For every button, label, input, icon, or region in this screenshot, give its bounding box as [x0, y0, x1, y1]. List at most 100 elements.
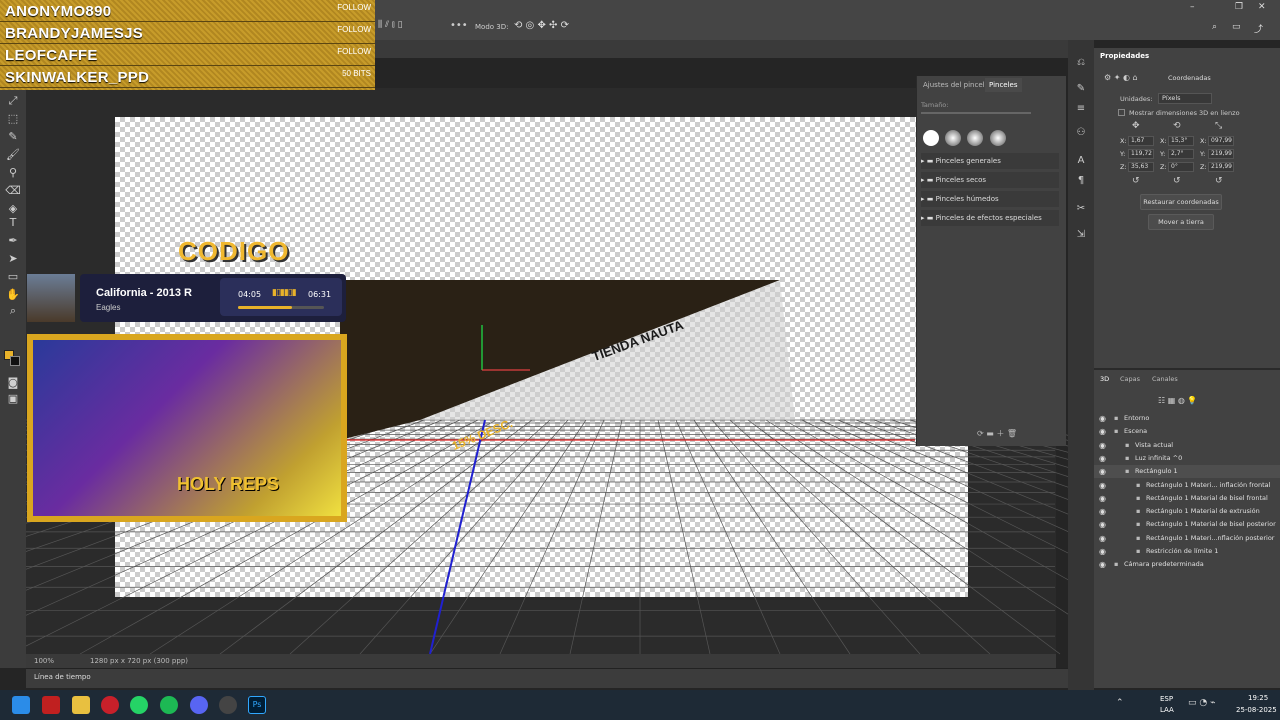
scene-item[interactable]: ◉ ▪ Rectángulo 1 — [1094, 465, 1280, 479]
windows-start-icon[interactable] — [12, 696, 30, 714]
brush-folder[interactable]: ▸ ▬ Pinceles de efectos especiales — [921, 210, 1059, 226]
coord-field[interactable]: 15,3° — [1168, 136, 1194, 146]
visibility-eye-icon[interactable]: ◉ — [1099, 505, 1106, 518]
scene-item[interactable]: ◉ ▪ Rectángulo 1 Material de bisel posteri… — [1094, 518, 1280, 531]
eraser-tool-icon[interactable]: ⌫ — [5, 184, 21, 198]
scene-item[interactable]: ◉ ▪ Rectángulo 1 Material de bisel frontal — [1094, 492, 1280, 505]
brush-folder[interactable]: ▸ ▬ Pinceles secos — [921, 172, 1059, 188]
marquee-tool-icon[interactable]: ⬚ — [5, 112, 21, 126]
visibility-eye-icon[interactable]: ◉ — [1099, 558, 1106, 571]
scene-item[interactable]: ◉ ▪ Rectángulo 1 Materi... inflación front… — [1094, 479, 1280, 492]
reset-position-icon[interactable]: ↺ — [1132, 176, 1140, 186]
visibility-eye-icon[interactable]: ◉ — [1099, 412, 1106, 425]
libraries-icon[interactable]: ⚇ — [1074, 126, 1088, 140]
coord-field[interactable]: 097,99 — [1208, 136, 1234, 146]
scene-item[interactable]: ◉ ▪ Entorno — [1094, 412, 1280, 425]
size-slider[interactable] — [921, 112, 1031, 114]
scene-item[interactable]: ◉ ▪ Rectángulo 1 Materi...nflación posteri… — [1094, 532, 1280, 545]
visibility-eye-icon[interactable]: ◉ — [1099, 532, 1106, 545]
scene-item[interactable]: ◉ ▪ Vista actual — [1094, 439, 1280, 452]
brush-settings-icon[interactable]: ✎ — [1074, 82, 1088, 96]
quick-mask-icon[interactable]: ◙ — [5, 376, 21, 390]
stamp-tool-icon[interactable]: ⚲ — [5, 166, 21, 180]
3d-filter-icons[interactable]: ☷ ▦ ◍ 💡 — [1158, 396, 1197, 405]
show-3d-checkbox[interactable] — [1118, 109, 1125, 116]
close-icon[interactable]: ✕ — [1258, 2, 1266, 12]
export-icon[interactable]: ⇲ — [1074, 228, 1088, 242]
file-explorer-icon[interactable] — [72, 696, 90, 714]
brush-presets[interactable] — [923, 130, 1057, 148]
search-icon[interactable]: ⌕ — [1212, 22, 1217, 32]
minimize-icon[interactable]: – — [1190, 2, 1195, 12]
restore-coordinates-button[interactable]: Restaurar coordenadas — [1140, 194, 1222, 210]
tab-3d[interactable]: 3D — [1100, 375, 1109, 383]
tab-brushes[interactable]: Pinceles — [985, 78, 1022, 92]
screen-mode-icon[interactable]: ▣ — [5, 392, 21, 406]
tab-channels[interactable]: Canales — [1152, 375, 1178, 383]
character-icon[interactable]: A — [1074, 154, 1088, 168]
coord-field[interactable]: 219,99 — [1208, 149, 1234, 159]
scene-item[interactable]: ◉ ▪ Rectángulo 1 Material de extrusión — [1094, 505, 1280, 518]
scene-item[interactable]: ◉ ▪ Restricción de límite 1 — [1094, 545, 1280, 558]
workspace-icon[interactable]: ▭ — [1232, 22, 1241, 32]
visibility-eye-icon[interactable]: ◉ — [1099, 518, 1106, 531]
visibility-eye-icon[interactable]: ◉ — [1099, 439, 1106, 452]
brush-folder[interactable]: ▸ ▬ Pinceles generales — [921, 153, 1059, 169]
soft-round-brush-icon[interactable] — [945, 130, 962, 146]
coord-field[interactable]: 119,72 — [1128, 149, 1154, 159]
lang-primary[interactable]: ESP — [1160, 695, 1173, 703]
hard-round-brush-icon[interactable] — [923, 130, 939, 146]
coord-field[interactable]: 35,63 — [1128, 162, 1154, 172]
clock-date[interactable]: 25-08-2025 — [1236, 706, 1277, 714]
soft-round-brush-icon[interactable] — [967, 130, 984, 146]
visibility-eye-icon[interactable]: ◉ — [1099, 465, 1106, 478]
scene-item[interactable]: ◉ ▪ Escena — [1094, 425, 1280, 438]
adjustments-icon[interactable]: ≡ — [1074, 102, 1088, 116]
move-to-ground-button[interactable]: Mover a tierra — [1148, 214, 1214, 230]
visibility-eye-icon[interactable]: ◉ — [1099, 479, 1106, 492]
brush-folder[interactable]: ▸ ▬ Pinceles húmedos — [921, 191, 1059, 207]
3d-property-icons[interactable]: ⚙ ✦ ◐ ⌂ — [1104, 73, 1138, 82]
tab-layers[interactable]: Capas — [1120, 375, 1140, 383]
restore-icon[interactable]: ❐ — [1235, 2, 1243, 12]
visibility-eye-icon[interactable]: ◉ — [1099, 425, 1106, 438]
reset-rotation-icon[interactable]: ↺ — [1173, 176, 1181, 186]
visibility-eye-icon[interactable]: ◉ — [1099, 492, 1106, 505]
coord-field[interactable]: 0° — [1168, 162, 1194, 172]
pen-tool-icon[interactable]: ✒ — [5, 234, 21, 248]
opera-icon[interactable] — [101, 696, 119, 714]
background-color[interactable] — [10, 356, 20, 366]
coord-field[interactable]: 219,99 — [1208, 162, 1234, 172]
spotify-icon[interactable] — [160, 696, 178, 714]
brush-tool-icon[interactable]: 🖌 — [5, 148, 21, 162]
coord-field[interactable]: 2,7° — [1168, 149, 1194, 159]
path-select-icon[interactable]: ➤ — [5, 252, 21, 266]
network-icon[interactable]: ▭ ◔ ⌁ — [1188, 698, 1216, 708]
lang-secondary[interactable]: LAA — [1160, 706, 1174, 714]
coord-field[interactable]: 1,67 — [1128, 136, 1154, 146]
more-icon[interactable]: ••• — [450, 20, 468, 31]
whatsapp-icon[interactable] — [130, 696, 148, 714]
units-select[interactable]: Píxels — [1158, 93, 1212, 104]
scene-item[interactable]: ◉ ▪ Luz infinita ^0 — [1094, 452, 1280, 465]
share-icon[interactable]: ⤴ — [1254, 22, 1263, 35]
align-icon[interactable]: ⫼ ⫽ ⫾ ▯ — [378, 20, 403, 30]
mode3d-tools-icon[interactable]: ⟲ ◎ ✥ ✣ ⟳ — [514, 20, 569, 31]
move-tool-icon[interactable]: ⤢ — [5, 94, 21, 108]
timeline-title[interactable]: Línea de tiempo — [34, 673, 91, 681]
scene-item[interactable]: ◉ ▪ Cámara predeterminada — [1094, 558, 1280, 571]
soft-round-brush-icon[interactable] — [989, 130, 1006, 146]
zoom-level[interactable]: 100% — [34, 657, 54, 665]
clock-time[interactable]: 19:25 — [1248, 694, 1268, 702]
app-icon[interactable] — [42, 696, 60, 714]
history-icon[interactable]: ⎌ — [1074, 56, 1088, 70]
hand-tool-icon[interactable]: ✋ — [5, 288, 21, 302]
shape-tool-icon[interactable]: ▭ — [5, 270, 21, 284]
zoom-tool-icon[interactable]: ⌕ — [5, 304, 21, 318]
tab-brush-settings[interactable]: Ajustes del pincel — [919, 78, 989, 92]
discord-icon[interactable] — [190, 696, 208, 714]
paragraph-icon[interactable]: ¶ — [1074, 174, 1088, 188]
photoshop-icon[interactable]: Ps — [248, 696, 266, 714]
reset-scale-icon[interactable]: ↺ — [1215, 176, 1223, 186]
lasso-tool-icon[interactable]: ✎ — [5, 130, 21, 144]
